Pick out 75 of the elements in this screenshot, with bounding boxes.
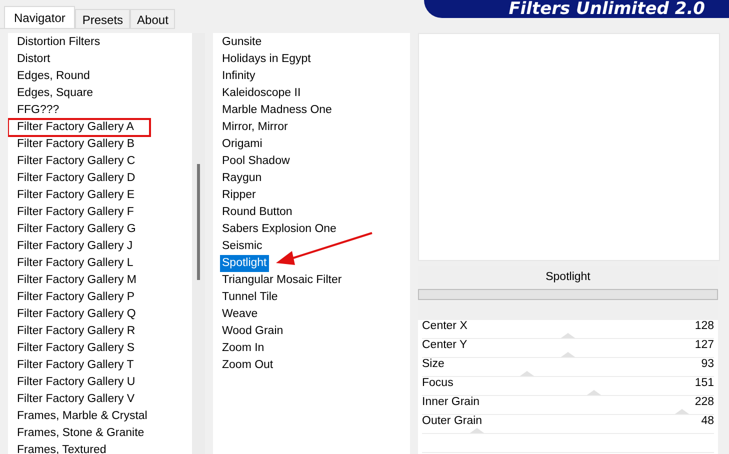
category-item[interactable]: Edges, Square <box>8 85 192 102</box>
filter-item[interactable]: Triangular Mosaic Filter <box>220 272 344 289</box>
filter-item[interactable]: Seismic <box>220 238 264 255</box>
filter-item[interactable]: Infinity <box>220 68 258 85</box>
slider-label: Focus <box>422 377 454 390</box>
slider-value: 127 <box>694 339 714 352</box>
category-item[interactable]: Filter Factory Gallery T <box>8 357 192 374</box>
filter-item[interactable]: Holidays in Egypt <box>220 51 313 68</box>
filter-item[interactable]: Tunnel Tile <box>220 289 280 306</box>
category-item[interactable]: Filter Factory Gallery F <box>8 204 192 221</box>
filter-item[interactable]: Origami <box>220 136 264 153</box>
category-item[interactable]: Frames, Stone & Granite <box>8 425 192 442</box>
filter-item[interactable]: Sabers Explosion One <box>220 221 338 238</box>
scrollbar[interactable] <box>192 33 205 454</box>
slider-label: Inner Grain <box>422 396 480 409</box>
slider-row[interactable]: Outer Grain 48 <box>422 415 714 434</box>
category-item[interactable]: Distortion Filters <box>8 34 192 51</box>
category-item[interactable]: Distort <box>8 51 192 68</box>
filter-item[interactable]: Kaleidoscope II <box>220 85 303 102</box>
slider-thumb[interactable] <box>520 371 534 376</box>
slider-row[interactable]: Focus 151 <box>422 377 714 396</box>
slider-value: 128 <box>694 320 714 333</box>
slider-label: Center Y <box>422 339 468 352</box>
slider-value: 151 <box>694 377 714 390</box>
filter-item[interactable]: Pool Shadow <box>220 153 292 170</box>
tab[interactable]: About <box>130 9 176 28</box>
category-item[interactable]: Filter Factory Gallery S <box>8 340 192 357</box>
filter-item[interactable]: Zoom Out <box>220 357 276 374</box>
category-item[interactable]: Filter Factory Gallery D <box>8 170 192 187</box>
slider-value: 48 <box>701 415 714 428</box>
filter-item[interactable]: Weave <box>220 306 260 323</box>
tab[interactable]: Navigator <box>4 6 76 28</box>
category-item[interactable]: Filter Factory Gallery E <box>8 187 192 204</box>
slider-value: 93 <box>701 358 714 371</box>
slider-thumb[interactable] <box>587 390 602 395</box>
filter-item[interactable]: Zoom In <box>220 340 266 357</box>
category-item[interactable]: Filter Factory Gallery M <box>8 272 192 289</box>
category-item[interactable]: Filter Factory Gallery U <box>8 374 192 391</box>
category-item[interactable]: Filter Factory Gallery C <box>8 153 192 170</box>
category-item[interactable]: Filter Factory Gallery V <box>8 391 192 408</box>
slider-thumb[interactable] <box>674 409 689 414</box>
category-item[interactable]: Filter Factory Gallery R <box>8 323 192 340</box>
category-item[interactable]: Filter Factory Gallery L <box>8 255 192 272</box>
filter-item[interactable]: Raygun <box>220 170 264 187</box>
category-item[interactable]: Edges, Round <box>8 68 192 85</box>
slider-label: Center X <box>422 320 468 333</box>
category-item[interactable]: Frames, Marble & Crystal <box>8 408 192 425</box>
slider-row[interactable]: Center Y 127 <box>422 339 714 358</box>
filter-item[interactable]: Gunsite <box>220 34 264 51</box>
slider-value: 228 <box>694 396 714 409</box>
slider-thumb[interactable] <box>561 333 575 338</box>
slider-label: Outer Grain <box>422 415 482 428</box>
slider-row[interactable]: Center X 128 <box>422 320 714 339</box>
filter-item[interactable]: Mirror, Mirror <box>220 119 290 136</box>
category-item[interactable]: Filter Factory Gallery A <box>8 119 150 136</box>
slider-label: Size <box>422 358 444 371</box>
filter-item[interactable]: Spotlight <box>220 255 269 272</box>
category-item[interactable]: Filter Factory Gallery Q <box>8 306 192 323</box>
slider-row[interactable]: Size 93 <box>422 358 714 377</box>
app-title: Filters Unlimited 2.0 <box>508 0 705 19</box>
filter-item[interactable]: Marble Madness One <box>220 102 334 119</box>
slider-thumb[interactable] <box>561 352 575 357</box>
scrollbar-thumb[interactable] <box>197 164 200 280</box>
category-item[interactable]: Filter Factory Gallery G <box>8 221 192 238</box>
filter-item[interactable]: Ripper <box>220 187 258 204</box>
category-item[interactable]: Filter Factory Gallery J <box>8 238 192 255</box>
category-item[interactable]: Filter Factory Gallery P <box>8 289 192 306</box>
category-item[interactable]: Filter Factory Gallery B <box>8 136 192 153</box>
slider-row[interactable]: Inner Grain 228 <box>422 396 714 415</box>
tab[interactable]: Presets <box>75 9 130 28</box>
category-item[interactable]: FFG??? <box>8 102 192 119</box>
filter-item[interactable]: Round Button <box>220 204 294 221</box>
slider-thumb[interactable] <box>470 428 484 433</box>
filter-name: Spotlight <box>418 266 718 289</box>
filter-item[interactable]: Wood Grain <box>220 323 286 340</box>
